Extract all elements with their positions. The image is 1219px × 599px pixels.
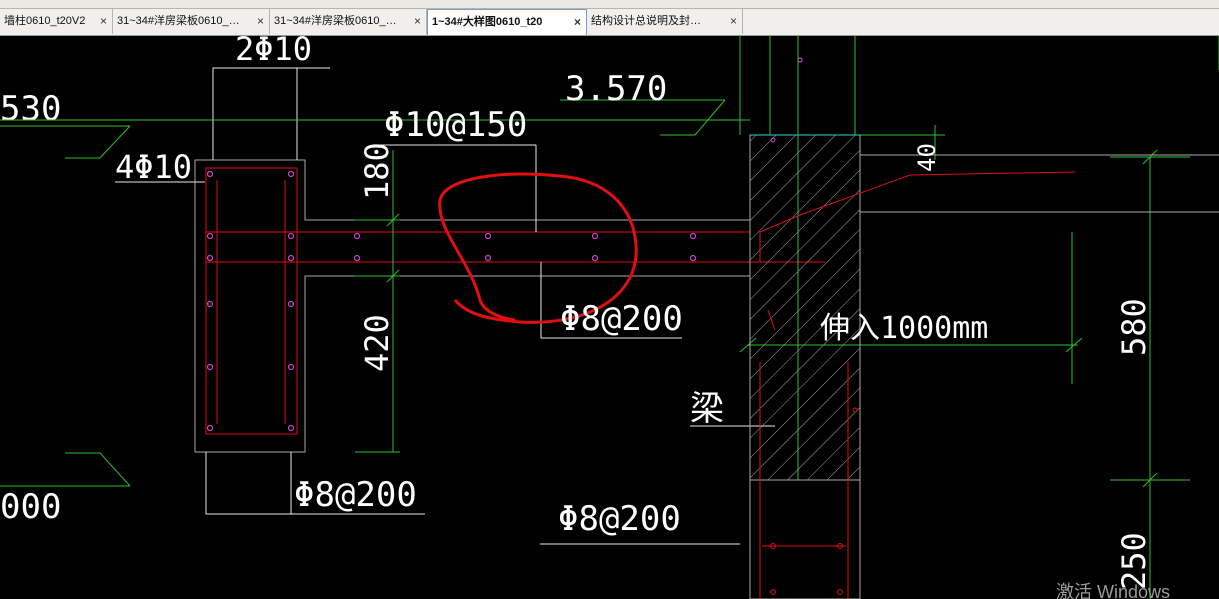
tab-wall-column[interactable]: 墙柱0610_t20V2 × — [0, 9, 113, 34]
tab-label: 31~34#洋房梁板0610_… — [117, 15, 240, 27]
wall-section — [749, 134, 1219, 599]
dimension-40: 40 — [913, 143, 941, 172]
elevation-label-right: 3.570 — [565, 69, 667, 109]
tab-beam-slab-2[interactable]: 31~34#洋房梁板0610_… × — [270, 9, 427, 34]
close-icon[interactable]: × — [100, 9, 107, 34]
toolbar-strip — [0, 0, 1219, 9]
dimension-180: 180 — [358, 142, 396, 200]
dimension-580: 580 — [1115, 298, 1153, 356]
corner-bars-label: 4Φ10 — [115, 148, 192, 186]
stirrup-bottom-left-label: Φ8@200 — [294, 475, 417, 515]
close-icon[interactable]: × — [574, 10, 581, 35]
close-icon[interactable]: × — [257, 9, 264, 34]
close-icon[interactable]: × — [414, 9, 421, 34]
tab-beam-slab-1[interactable]: 31~34#洋房梁板0610_… × — [113, 9, 270, 34]
rebar-top-label: 2Φ10 — [235, 36, 312, 68]
tab-label: 1~34#大样图0610_t20 — [432, 16, 543, 28]
anchorage-note: 伸入1000mm — [820, 311, 988, 346]
stirrup-top-label: Φ10@150 — [384, 105, 527, 145]
document-tab-bar: 墙柱0610_t20V2 × 31~34#洋房梁板0610_… × 31~34#… — [0, 9, 1219, 36]
elevation-label-left: 530 — [0, 89, 61, 129]
close-icon[interactable]: × — [730, 9, 737, 34]
tab-structural-notes[interactable]: 结构设计总说明及封… × — [587, 9, 743, 34]
dimension-420: 420 — [358, 314, 396, 372]
tab-label: 31~34#洋房梁板0610_… — [274, 15, 397, 27]
cad-drawing-canvas[interactable]: 530 000 2Φ10 3.570 Φ10@150 4Φ10 180 420 … — [0, 36, 1219, 599]
elevation-mark-left — [0, 125, 131, 487]
stirrup-mid-label: Φ8@200 — [560, 299, 683, 339]
tab-label: 结构设计总说明及封… — [591, 15, 701, 27]
elevation-label-bottom-left: 000 — [0, 487, 61, 527]
tab-label: 墙柱0610_t20V2 — [4, 15, 86, 27]
rebar-cage — [205, 167, 825, 435]
stirrup-bottom-right-label: Φ8@200 — [558, 499, 681, 539]
cad-app: 墙柱0610_t20V2 × 31~34#洋房梁板0610_… × 31~34#… — [0, 0, 1219, 599]
tab-detail-drawing[interactable]: 1~34#大样图0610_t20 × — [427, 9, 587, 35]
windows-activation-watermark: 激活 Windows — [1056, 582, 1171, 599]
beam-label: 梁 — [690, 389, 724, 429]
